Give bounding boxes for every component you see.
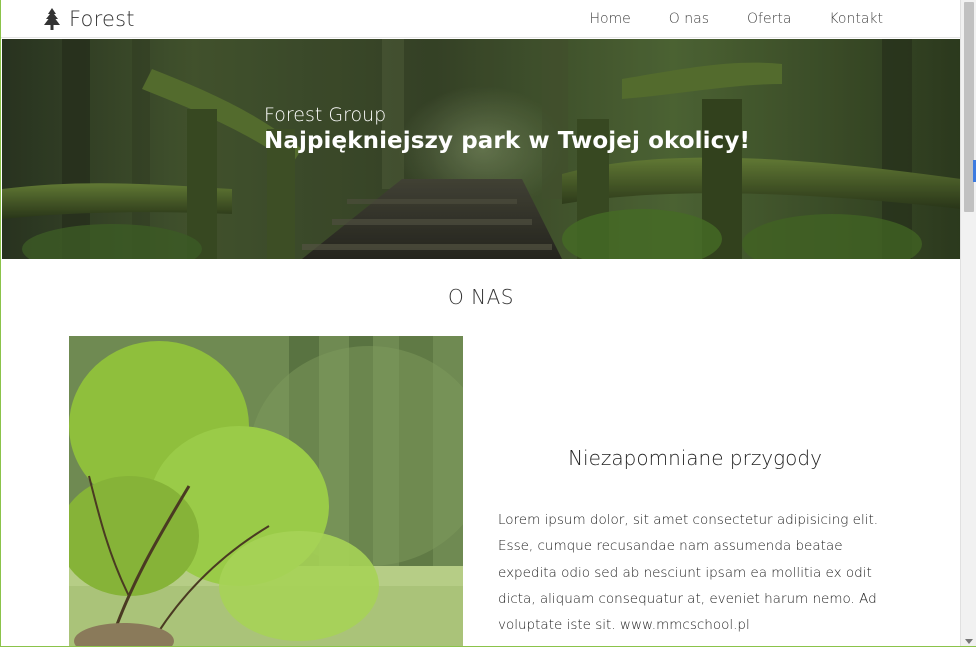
nav-item-about: O nas	[669, 10, 709, 28]
forest-lake-image	[69, 336, 463, 646]
hero-banner: Forest Group Najpiękniejszy park w Twoje…	[2, 39, 961, 259]
nav-link-contact[interactable]: Kontakt	[829, 11, 883, 27]
nav-link-home[interactable]: Home	[589, 11, 630, 27]
section-title-about: O NAS	[448, 285, 514, 309]
brand-link[interactable]: Forest	[43, 6, 135, 32]
nav-item-offer: Oferta	[747, 10, 791, 28]
hero-title: Najpiękniejszy park w Twojej okolicy!	[264, 128, 751, 154]
about-image	[69, 336, 463, 646]
hero-subtitle: Forest Group	[264, 104, 387, 126]
nav-item-home: Home	[589, 10, 630, 28]
scroll-down-arrow-icon[interactable]	[965, 639, 973, 644]
about-heading: Niezapomniane przygody	[568, 446, 822, 470]
nav-link-offer[interactable]: Oferta	[747, 11, 791, 27]
brand-name: Forest	[69, 7, 135, 31]
about-paragraph: Lorem ipsum dolor, sit amet consectetur …	[498, 512, 879, 634]
hero-caption: Forest Group Najpiękniejszy park w Twoje…	[264, 103, 750, 155]
navbar: Forest Home O nas Oferta Kontakt	[1, 0, 961, 38]
browser-viewport: Forest Home O nas Oferta Kontakt Forest …	[0, 0, 976, 647]
nav-link-about[interactable]: O nas	[669, 11, 709, 27]
nav-item-contact: Kontakt	[829, 10, 883, 28]
nav-menu: Home O nas Oferta Kontakt	[589, 0, 883, 38]
tree-icon	[44, 8, 60, 30]
vertical-scrollbar[interactable]	[960, 0, 976, 646]
